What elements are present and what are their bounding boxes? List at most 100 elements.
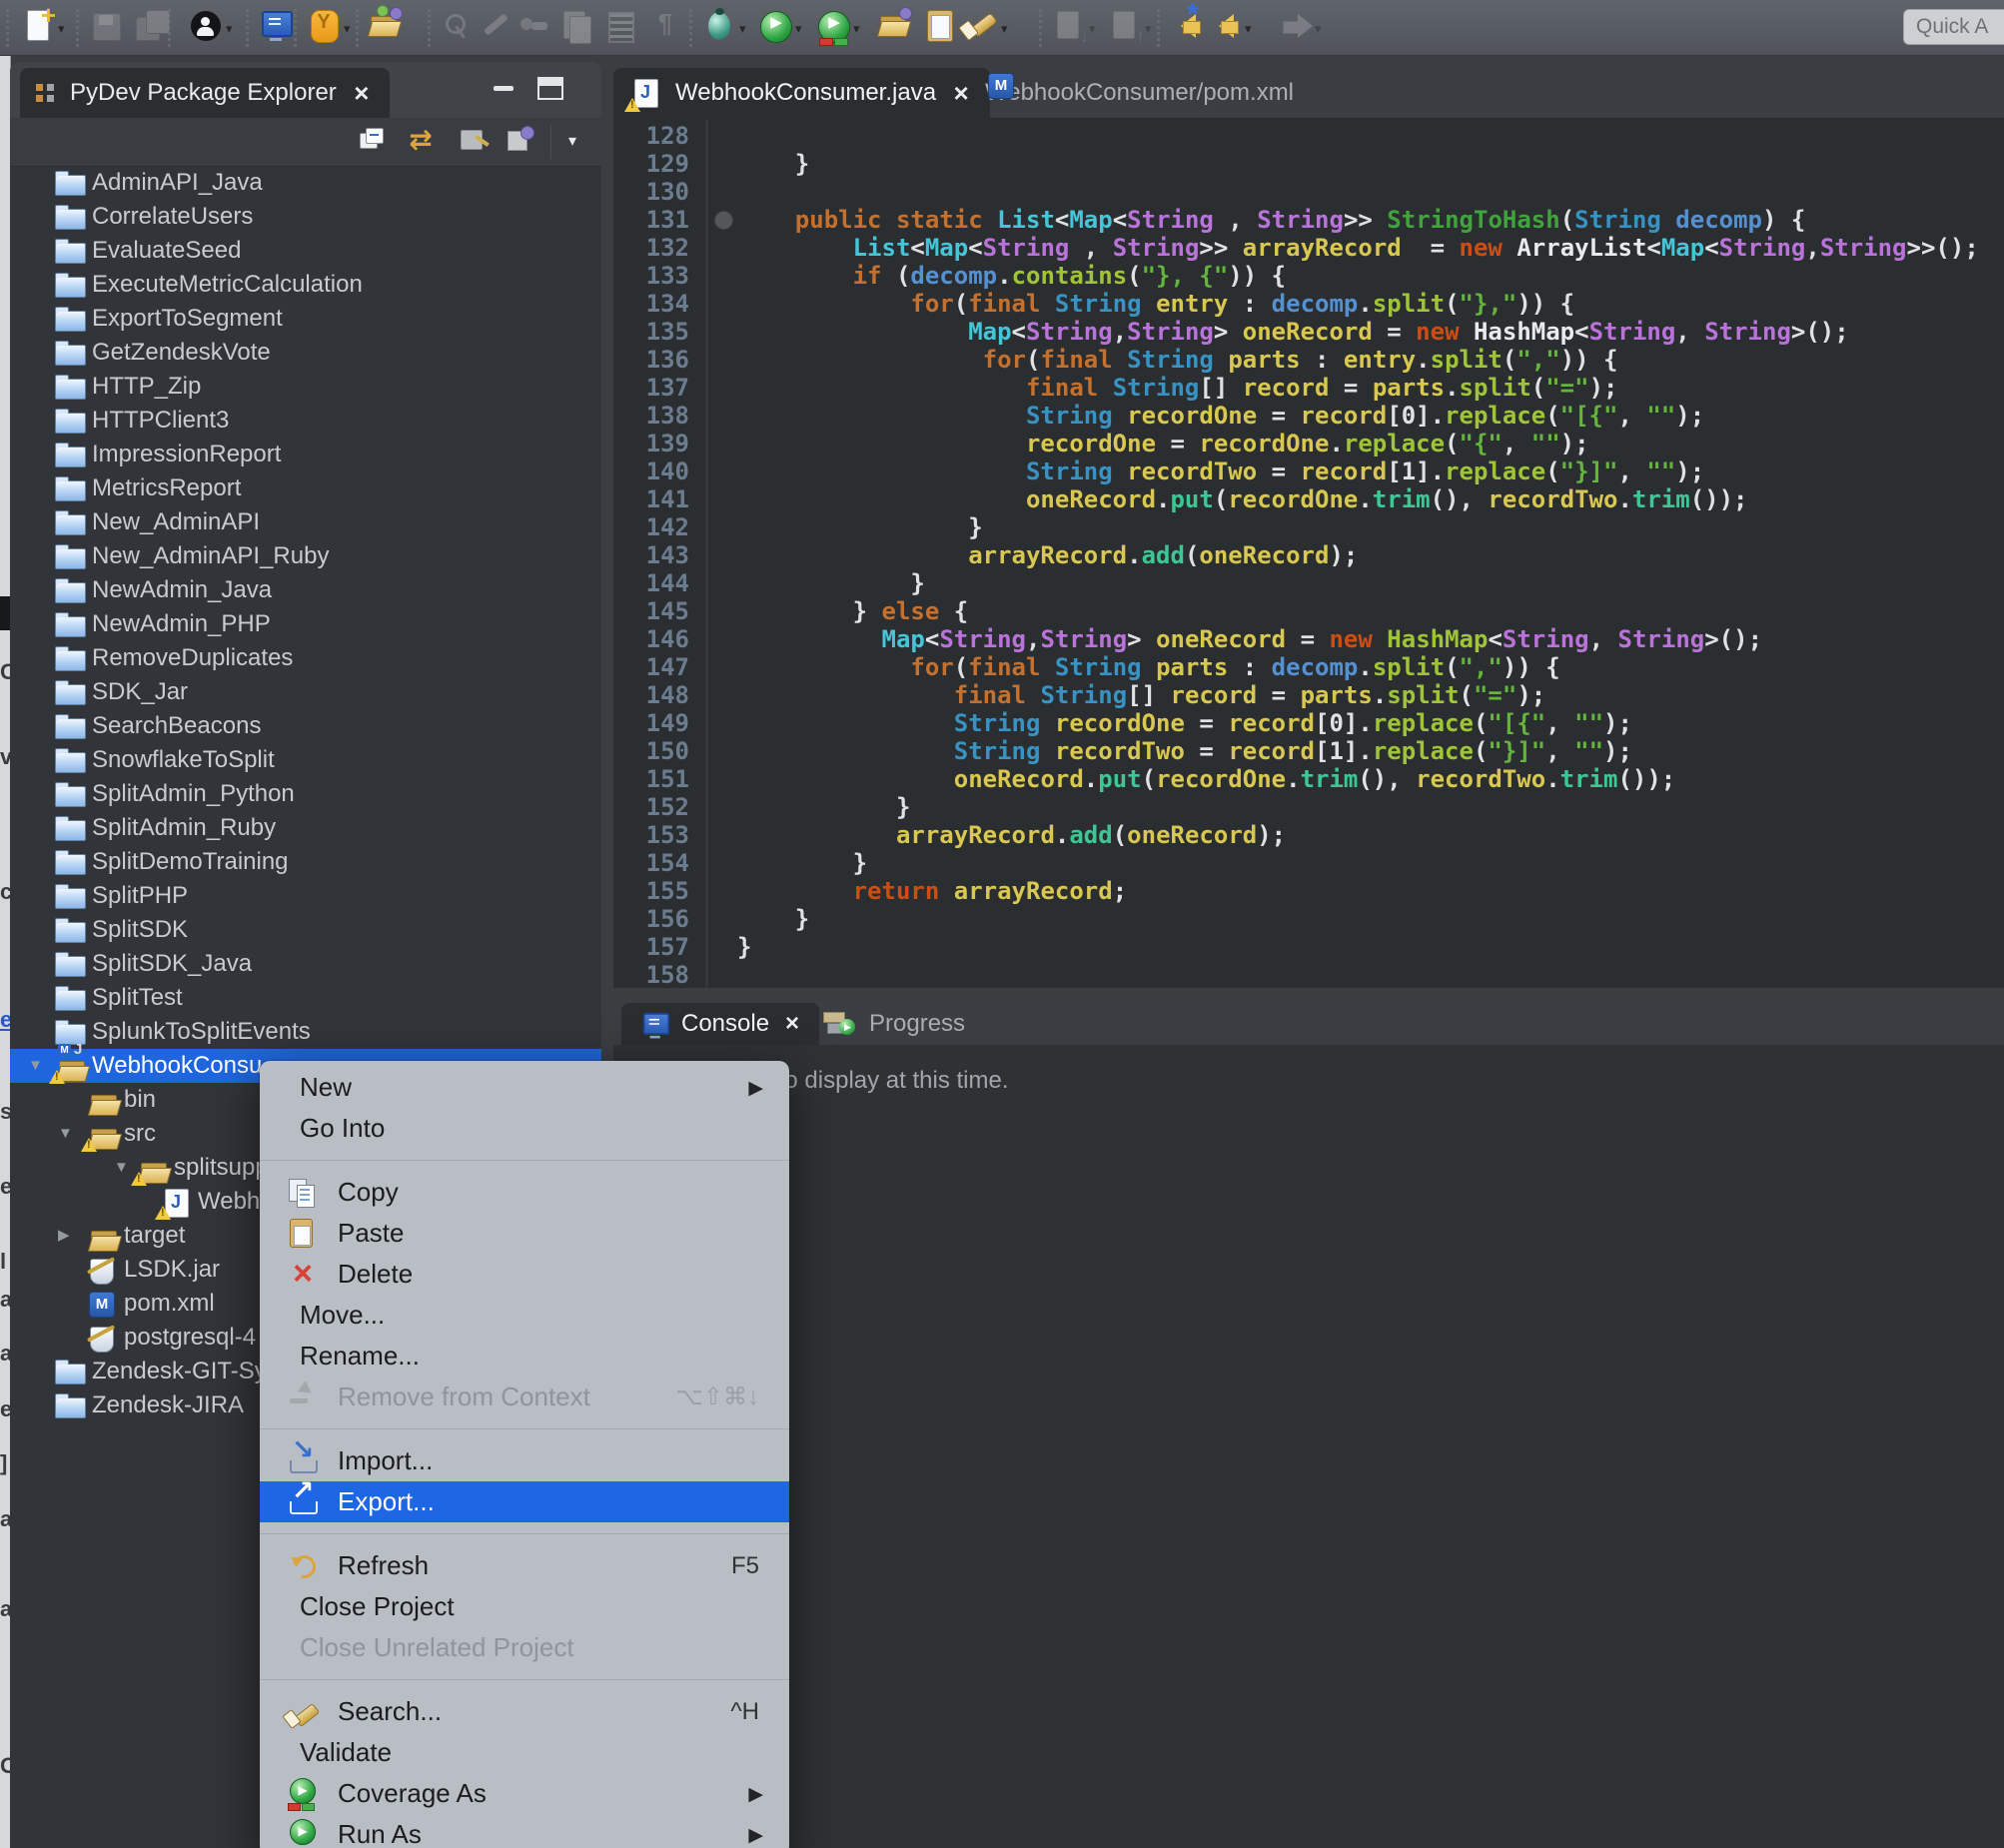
tree-item[interactable]: MetricsReport [10,471,601,505]
clipboard-icon[interactable] [919,6,959,50]
code-line[interactable]: 136 for(final String parts : entry.split… [613,346,2004,374]
tree-item[interactable]: ExportToSegment [10,302,601,336]
code-line[interactable]: 140 String recordTwo = record[1].replace… [613,458,2004,485]
chevron-right-icon[interactable]: ▶ [58,1219,70,1253]
tab-pydev-package-explorer[interactable]: PyDev Package Explorer [20,68,390,118]
debug-icon[interactable]: ▾ [699,6,746,50]
code-line[interactable]: 129 } [613,150,2004,178]
code-line[interactable]: 144 } [613,569,2004,597]
code-line[interactable]: 141 oneRecord.put(recordOne.trim(), reco… [613,485,2004,513]
menu-item-run-as[interactable]: ▶Run As▶ [260,1814,789,1848]
code-line[interactable]: 135 Map<String,String> oneRecord = new H… [613,318,2004,346]
code-line[interactable]: 156 } [613,905,2004,933]
code-line[interactable]: 154 } [613,849,2004,877]
quick-access-box[interactable]: Quick A [1903,9,2004,45]
tree-item[interactable]: SplunkToSplitEvents [10,1015,601,1049]
minimize-button[interactable] [494,86,513,91]
code-line[interactable]: 153 arrayRecord.add(oneRecord); [613,821,2004,849]
pilcrow-icon[interactable]: ¶ [645,6,685,50]
menu-item-export[interactable]: ↗Export... [260,1481,789,1522]
focus-view-icon[interactable] [457,123,493,159]
code-line[interactable]: 157} [613,933,2004,961]
tab-progress[interactable]: ▶ Progress [809,1003,979,1045]
tree-item[interactable]: New_AdminAPI [10,505,601,539]
back-star-icon[interactable]: * [1167,6,1207,50]
tree-item[interactable]: ImpressionReport [10,438,601,471]
tree-item[interactable]: SplitDemoTraining [10,845,601,879]
tree-item[interactable]: RemoveDuplicates [10,641,601,675]
flashlight-icon[interactable]: ▾ [961,6,1008,50]
code-line[interactable]: 147 for(final String parts : decomp.spli… [613,653,2004,681]
doc-down-icon[interactable]: ↓▾ [1049,6,1096,50]
code-line[interactable]: 150 String recordTwo = record[1].replace… [613,737,2004,765]
tree-item[interactable]: HTTP_Zip [10,370,601,404]
tree-item[interactable]: SearchBeacons [10,709,601,743]
grid-icon[interactable] [599,6,639,50]
save-all-icon[interactable] [132,6,172,50]
view-menu-chevron-icon[interactable]: ▾ [550,125,593,159]
doc-copy-icon[interactable] [555,6,595,50]
clip-icon[interactable] [436,6,476,50]
tree-item[interactable]: NewAdmin_Java [10,573,601,607]
package-presentation-icon[interactable] [501,123,537,159]
menu-item-remove-from-context[interactable]: Remove from Context⌥⇧⌘↓ [260,1377,789,1417]
code-line[interactable]: 130 [613,178,2004,206]
menu-item-new[interactable]: New▶ [260,1067,789,1108]
run-icon[interactable]: ▶▾ [755,6,802,50]
code-line[interactable]: 143 arrayRecord.add(oneRecord); [613,541,2004,569]
code-line[interactable]: 158 [613,961,2004,988]
tree-item[interactable]: SnowflakeToSplit [10,743,601,777]
tree-item[interactable]: NewAdmin_PHP [10,607,601,641]
code-line[interactable]: 142 } [613,513,2004,541]
doc-up-icon[interactable]: ↑▾ [1105,6,1152,50]
code-line[interactable]: 146 Map<String,String> oneRecord = new H… [613,625,2004,653]
save-icon[interactable] [86,6,126,50]
menu-item-rename[interactable]: Rename... [260,1336,789,1377]
close-icon[interactable] [779,1010,805,1038]
code-line[interactable]: 131 public static List<Map<String , Stri… [613,206,2004,234]
code-line[interactable]: 152 } [613,793,2004,821]
tree-item[interactable]: CorrelateUsers [10,200,601,234]
menu-item-copy[interactable]: Copy [260,1172,789,1213]
tree-item[interactable]: New_AdminAPI_Ruby [10,539,601,573]
tree-item[interactable]: GetZendeskVote [10,336,601,370]
maximize-button[interactable] [537,77,563,100]
code-line[interactable]: 133 if (decomp.contains("}, {")) { [613,262,2004,290]
code-line[interactable]: 138 String recordOne = record[0].replace… [613,402,2004,430]
tree-item[interactable]: SplitPHP [10,879,601,913]
code-line[interactable]: 134 for(final String entry : decomp.spli… [613,290,2004,318]
tree-item[interactable]: SDK_Jar [10,675,601,709]
new-wizard-icon[interactable]: +▾ [18,6,65,50]
code-line[interactable]: 148 final String[] record = parts.split(… [613,681,2004,709]
tab-pom-xml[interactable]: M WebhookConsumer/pom.xml [969,68,1310,118]
link-with-editor-icon[interactable]: ⇄ [403,123,439,159]
tree-item[interactable]: EvaluateSeed [10,234,601,268]
coverage-icon[interactable]: ▶▾ [813,6,860,50]
menu-item-paste[interactable]: Paste [260,1213,789,1254]
tree-item[interactable]: SplitAdmin_Ruby [10,811,601,845]
tree-item[interactable]: SplitSDK [10,913,601,947]
menu-item-delete[interactable]: ×Delete [260,1254,789,1295]
tree-item[interactable]: ExecuteMetricCalculation [10,268,601,302]
tool-icon[interactable] [513,6,553,50]
console-view-icon[interactable] [256,6,296,50]
menu-item-close-unrelated-project[interactable]: Close Unrelated Project [260,1627,789,1668]
code-line[interactable]: 132 List<Map<String , String>> arrayReco… [613,234,2004,262]
code-line[interactable]: 139 recordOne = recordOne.replace("{", "… [613,430,2004,458]
menu-item-search[interactable]: Search...^H [260,1691,789,1732]
pydev-package-icon[interactable]: Y▾ [304,6,351,50]
back-icon[interactable]: ▾ [1205,6,1252,50]
menu-item-move[interactable]: Move... [260,1295,789,1336]
tab-console[interactable]: Console [621,1003,819,1045]
menu-item-close-project[interactable]: Close Project [260,1586,789,1627]
code-line[interactable]: 149 String recordOne = record[0].replace… [613,709,2004,737]
chevron-down-icon[interactable]: ▼ [58,1117,73,1151]
chevron-down-icon[interactable]: ▼ [114,1151,129,1185]
menu-item-go-into[interactable]: Go Into [260,1108,789,1149]
menu-item-validate[interactable]: Validate [260,1732,789,1773]
code-line[interactable]: 128 [613,122,2004,150]
menu-item-coverage-as[interactable]: ▶Coverage As▶ [260,1773,789,1814]
tree-item[interactable]: SplitTest [10,981,601,1015]
tree-item[interactable]: SplitSDK_Java [10,947,601,981]
tab-webhookconsumer-java[interactable]: J! WebhookConsumer.java [613,68,990,118]
